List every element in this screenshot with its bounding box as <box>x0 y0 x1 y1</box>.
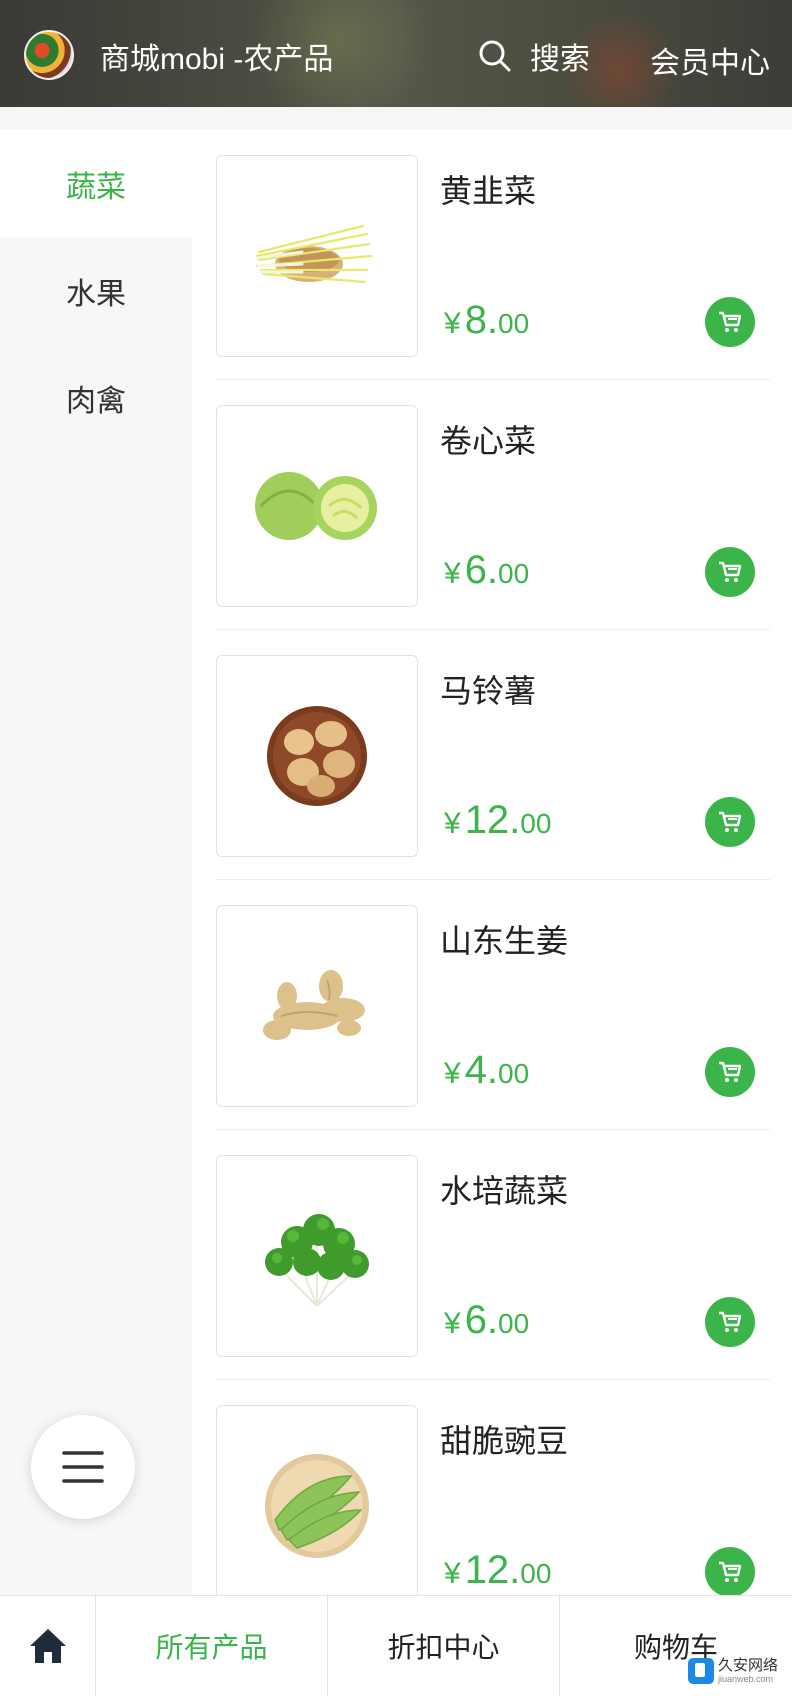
product-item[interactable]: 水培蔬菜 ¥6.00 <box>216 1130 770 1380</box>
add-to-cart-button[interactable] <box>705 1047 755 1097</box>
product-thumbnail[interactable] <box>216 405 418 607</box>
chive-image <box>255 224 373 284</box>
nav-discount-center[interactable]: 折扣中心 <box>328 1596 560 1696</box>
cart-icon <box>719 1061 742 1082</box>
product-thumbnail[interactable] <box>216 1405 418 1595</box>
product-name[interactable]: 马铃薯 <box>440 666 536 712</box>
price-decimal: 00 <box>498 1308 530 1339</box>
price-decimal: 00 <box>498 1058 530 1089</box>
add-to-cart-button[interactable] <box>705 1297 755 1347</box>
price-integer: 6. <box>464 1298 499 1342</box>
cabbage-image <box>255 472 377 540</box>
price-integer: 8. <box>464 298 499 342</box>
product-price: ¥12.00 <box>444 798 551 843</box>
add-to-cart-button[interactable] <box>705 1547 755 1595</box>
product-item[interactable]: 甜脆豌豆 ¥12.00 <box>216 1380 770 1595</box>
product-price: ¥6.00 <box>444 1298 529 1343</box>
price-integer: 4. <box>464 1048 499 1092</box>
product-thumbnail[interactable] <box>216 155 418 357</box>
price-currency: ¥ <box>444 1057 461 1090</box>
nav-all-products[interactable]: 所有产品 <box>96 1596 328 1696</box>
coriander-image <box>265 1214 369 1307</box>
category-vegetables[interactable]: 蔬菜 <box>0 130 192 237</box>
ginger-image <box>263 970 365 1040</box>
hamburger-menu-icon <box>62 1451 104 1483</box>
price-decimal: 00 <box>498 308 530 339</box>
category-fruits[interactable]: 水果 <box>0 237 192 344</box>
bottom-nav: 所有产品 折扣中心 购物车 <box>0 1595 792 1696</box>
product-thumbnail[interactable] <box>216 905 418 1107</box>
search-button[interactable]: 搜索 <box>478 36 590 76</box>
product-item[interactable]: 马铃薯 ¥12.00 <box>216 630 770 880</box>
cart-icon <box>719 811 742 832</box>
watermark: 久安网络 jiuanweb.com <box>688 1658 778 1684</box>
product-thumbnail[interactable] <box>216 1155 418 1357</box>
price-decimal: 00 <box>520 808 552 839</box>
product-list: 黄韭菜 ¥8.00 卷心菜 ¥6.00 马铃薯 ¥ 12.00 山东生姜 ¥ 4… <box>216 130 770 1595</box>
app-header: 商城mobi -农产品 搜索 会员中心 <box>0 0 792 107</box>
price-decimal: 00 <box>520 1558 552 1589</box>
price-currency: ¥ <box>444 557 461 590</box>
price-currency: ¥ <box>444 1307 461 1340</box>
product-price: ¥4.00 <box>444 1048 529 1093</box>
product-price: ¥8.00 <box>444 298 529 343</box>
product-item[interactable]: 黄韭菜 ¥8.00 <box>216 130 770 380</box>
app-title: 商城mobi -农产品 <box>100 43 334 76</box>
price-currency: ¥ <box>444 307 461 340</box>
peas-image <box>265 1454 369 1558</box>
potato-image <box>267 706 367 806</box>
cart-icon <box>719 561 742 582</box>
price-integer: 6. <box>464 548 499 592</box>
menu-button[interactable] <box>31 1415 135 1519</box>
product-thumbnail[interactable] <box>216 655 418 857</box>
product-name[interactable]: 卷心菜 <box>440 416 536 462</box>
add-to-cart-button[interactable] <box>705 797 755 847</box>
watermark-title: 久安网络 <box>718 1657 779 1674</box>
watermark-subtitle: jiuanweb.com <box>718 1674 774 1684</box>
price-integer: 12. <box>464 798 521 842</box>
category-sidebar: 蔬菜 水果 肉禽 <box>0 130 192 1595</box>
watermark-logo-icon <box>688 1658 714 1684</box>
shop-logo[interactable] <box>24 30 74 80</box>
header-divider <box>0 107 792 130</box>
home-icon <box>29 1629 66 1663</box>
product-price: ¥6.00 <box>444 548 529 593</box>
product-item[interactable]: 卷心菜 ¥6.00 <box>216 380 770 630</box>
product-name[interactable]: 黄韭菜 <box>440 166 536 212</box>
search-icon <box>479 40 511 72</box>
product-name[interactable]: 山东生姜 <box>440 916 568 962</box>
search-label: 搜索 <box>530 43 590 76</box>
category-meat-poultry[interactable]: 肉禽 <box>0 344 192 451</box>
price-integer: 12. <box>464 1548 521 1592</box>
cart-icon <box>719 311 742 332</box>
product-item[interactable]: 山东生姜 ¥4.00 <box>216 880 770 1130</box>
cart-icon <box>719 1311 742 1332</box>
nav-home[interactable] <box>0 1596 96 1696</box>
price-currency: ¥ <box>444 1557 461 1590</box>
product-name[interactable]: 甜脆豌豆 <box>440 1416 568 1462</box>
price-decimal: 00 <box>498 558 530 589</box>
add-to-cart-button[interactable] <box>705 547 755 597</box>
product-name[interactable]: 水培蔬菜 <box>440 1166 568 1212</box>
member-center-link[interactable]: 会员中心 <box>650 38 770 82</box>
product-price: ¥12.00 <box>444 1548 551 1593</box>
cart-icon <box>719 1561 742 1582</box>
price-currency: ¥ <box>444 807 461 840</box>
add-to-cart-button[interactable] <box>705 297 755 347</box>
